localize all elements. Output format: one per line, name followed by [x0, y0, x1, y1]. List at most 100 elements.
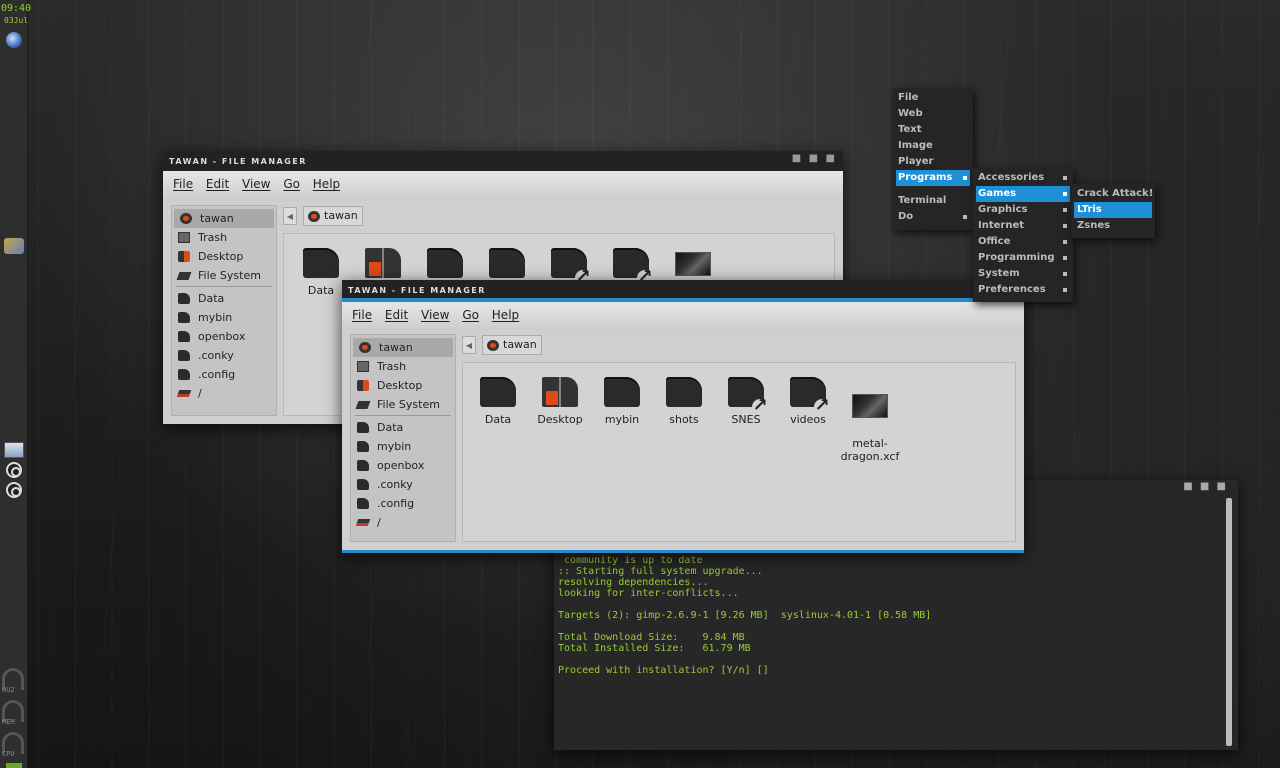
- menu-edit[interactable]: Edit: [385, 308, 408, 322]
- browser-icon[interactable]: [6, 32, 22, 48]
- folder-link-icon: [728, 377, 768, 415]
- window-body: tawan Trash Desktop File System Data myb…: [342, 330, 1024, 550]
- folder-icon: [178, 331, 190, 342]
- sidebar-item-desktop[interactable]: Desktop: [172, 247, 276, 266]
- sidebar-item-filesystem[interactable]: File System: [351, 395, 455, 414]
- menu-item-crack-attack[interactable]: Crack Attack!: [1071, 186, 1155, 202]
- terminal-scrollbar[interactable]: [1226, 498, 1232, 746]
- sidebar-item-mybin[interactable]: mybin: [351, 437, 455, 456]
- file-label: metal- dragon.xcf: [840, 437, 900, 463]
- window-titlebar[interactable]: tawan - file manager ■ ■ ■: [163, 151, 843, 171]
- drive-icon: [176, 272, 192, 280]
- folder-icon: [604, 377, 640, 407]
- menu-go[interactable]: Go: [462, 308, 479, 322]
- menu-item-terminal[interactable]: Terminal: [893, 193, 973, 209]
- file-label: videos: [790, 413, 826, 426]
- sidebar-item-config[interactable]: .config: [172, 365, 276, 384]
- menu-item-image[interactable]: Image: [893, 138, 973, 154]
- menu-edit[interactable]: Edit: [206, 177, 229, 191]
- file-item-videos[interactable]: [600, 248, 662, 286]
- menu-item-web[interactable]: Web: [893, 106, 973, 122]
- file-item-mybin[interactable]: [414, 248, 476, 284]
- menu-help[interactable]: Help: [313, 177, 340, 191]
- sidebar-item-data[interactable]: Data: [172, 289, 276, 308]
- file-item-desktop[interactable]: Desktop: [529, 377, 591, 426]
- menu-item-zsnes[interactable]: Zsnes: [1071, 218, 1155, 234]
- file-item-snes[interactable]: [538, 248, 600, 286]
- file-label: mybin: [604, 413, 640, 426]
- file-label: Data: [484, 413, 512, 426]
- menu-file[interactable]: File: [173, 177, 193, 191]
- sidebar-item-home[interactable]: tawan: [174, 209, 274, 228]
- sidebar-item-root[interactable]: /: [172, 384, 276, 403]
- menu-item-programming[interactable]: Programming: [973, 250, 1073, 266]
- file-item-videos[interactable]: videos: [777, 377, 839, 426]
- file-manager-window-front[interactable]: tawan - file manager File Edit View Go H…: [342, 280, 1024, 553]
- menu-item-office[interactable]: Office: [973, 234, 1073, 250]
- sidebar-item-conky[interactable]: .conky: [172, 346, 276, 365]
- sidebar-item-home[interactable]: tawan: [353, 338, 453, 357]
- sidebar-item-data[interactable]: Data: [351, 418, 455, 437]
- sidebar-item-mybin[interactable]: mybin: [172, 308, 276, 327]
- launcher-icon[interactable]: [4, 238, 24, 254]
- main-pane: ◀ tawan Data Desktop mybin shots ↗ SNES …: [462, 334, 1016, 542]
- file-item-shots[interactable]: shots: [653, 377, 715, 426]
- window-controls[interactable]: ■ ■ ■: [1183, 481, 1228, 492]
- menu-item-do[interactable]: Do: [893, 209, 973, 225]
- taskbar-file-manager-icon[interactable]: [6, 482, 22, 498]
- folder-icon: [303, 248, 339, 278]
- path-bar: ◀ tawan: [283, 205, 835, 227]
- path-back-button[interactable]: ◀: [462, 336, 476, 354]
- menu-go[interactable]: Go: [283, 177, 300, 191]
- desktop-icon: [178, 251, 190, 262]
- folder-icon: [178, 293, 190, 304]
- folder-icon: [427, 248, 463, 278]
- path-crumb-home[interactable]: tawan: [303, 206, 363, 226]
- file-item-mybin[interactable]: mybin: [591, 377, 653, 426]
- menu-item-graphics[interactable]: Graphics: [973, 202, 1073, 218]
- file-item-desktop[interactable]: [352, 248, 414, 284]
- taskbar-file-manager-icon[interactable]: [6, 462, 22, 478]
- sidebar-item-openbox[interactable]: openbox: [172, 327, 276, 346]
- sidebar-item-openbox[interactable]: openbox: [351, 456, 455, 475]
- folder-icon: [357, 422, 369, 433]
- file-item-metal-dragon[interactable]: metal- dragon.xcf: [839, 377, 901, 476]
- window-title: tawan - file manager: [348, 286, 486, 295]
- menu-item-text[interactable]: Text: [893, 122, 973, 138]
- sidebar-item-filesystem[interactable]: File System: [172, 266, 276, 285]
- file-item-snes[interactable]: SNES: [715, 377, 777, 426]
- folder-icon: [178, 312, 190, 323]
- file-item-data[interactable]: Data: [467, 377, 529, 426]
- path-back-button[interactable]: ◀: [283, 207, 297, 225]
- sidebar-item-desktop[interactable]: Desktop: [351, 376, 455, 395]
- menu-item-ltris[interactable]: LTris: [1074, 202, 1152, 218]
- file-label: shots: [669, 413, 699, 426]
- file-item-shots[interactable]: [476, 248, 538, 284]
- window-controls[interactable]: ■ ■ ■: [792, 153, 837, 164]
- menu-file[interactable]: File: [352, 308, 372, 322]
- menu-item-player[interactable]: Player: [893, 154, 973, 170]
- clock-time: 09:40: [1, 3, 32, 14]
- menu-item-system[interactable]: System: [973, 266, 1073, 282]
- window-titlebar[interactable]: tawan - file manager: [342, 280, 1024, 302]
- terminal-output: core is up to date community is up to da…: [558, 544, 932, 676]
- menu-item-file[interactable]: File: [893, 90, 973, 106]
- sidebar-item-conky[interactable]: .conky: [351, 475, 455, 494]
- sidebar-item-trash[interactable]: Trash: [172, 228, 276, 247]
- sidebar-item-config[interactable]: .config: [351, 494, 455, 513]
- sidebar-item-trash[interactable]: Trash: [351, 357, 455, 376]
- menu-item-internet[interactable]: Internet: [973, 218, 1073, 234]
- menu-view[interactable]: View: [421, 308, 449, 322]
- menu-item-preferences[interactable]: Preferences: [973, 282, 1073, 298]
- file-icon-view[interactable]: Data Desktop mybin shots SNES: [462, 362, 1016, 542]
- folder-link-icon: [790, 377, 830, 415]
- menu-view[interactable]: View: [242, 177, 270, 191]
- menu-item-accessories[interactable]: Accessories: [973, 170, 1073, 186]
- file-item-metal-dragon[interactable]: [662, 248, 724, 282]
- menu-item-programs[interactable]: Programs: [896, 170, 970, 186]
- menu-help[interactable]: Help: [492, 308, 519, 322]
- menu-item-games[interactable]: Games: [976, 186, 1070, 202]
- window-list-icon[interactable]: [4, 442, 24, 458]
- path-crumb-home[interactable]: tawan: [482, 335, 542, 355]
- sidebar-item-root[interactable]: /: [351, 513, 455, 532]
